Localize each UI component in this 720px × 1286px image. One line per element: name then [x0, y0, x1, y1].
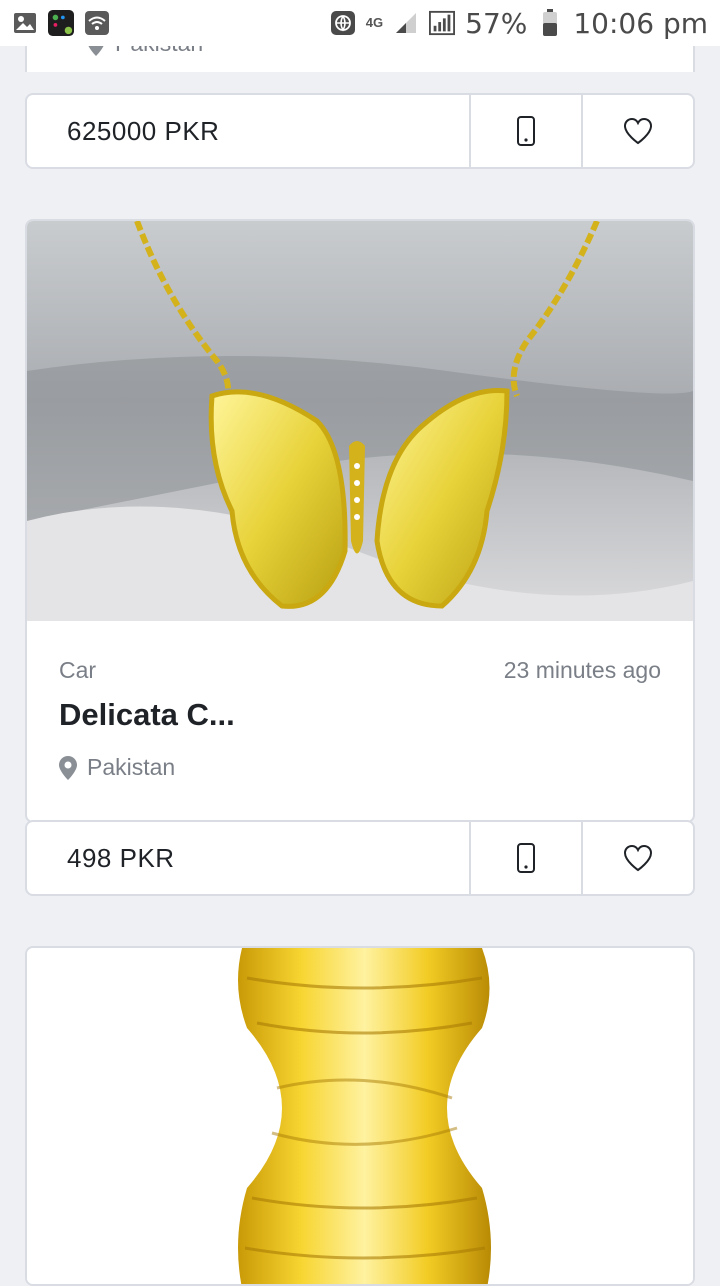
- call-button[interactable]: [469, 95, 581, 167]
- wifi-icon: [84, 10, 110, 36]
- globe-icon: [330, 10, 356, 36]
- signal-weak-icon: [393, 10, 419, 36]
- gallery-notification-icon: [12, 10, 38, 36]
- category-label: Car: [59, 657, 97, 683]
- battery-icon: [537, 9, 563, 36]
- listing-image-butterfly-necklace[interactable]: [27, 221, 693, 621]
- favorite-button[interactable]: [581, 822, 693, 894]
- signal-full-icon: [429, 10, 456, 36]
- map-pin-icon: [59, 755, 77, 780]
- phone-icon: [517, 843, 535, 873]
- listing-card[interactable]: [25, 946, 695, 1286]
- network-type-label: 4G: [365, 15, 384, 30]
- listing-footer: 498 PKR: [25, 820, 695, 896]
- heart-icon: [623, 844, 653, 872]
- location-row: Pakistan: [59, 754, 175, 781]
- status-bar-right: 4G 57% 10:06 pm: [330, 7, 708, 40]
- call-button[interactable]: [469, 822, 581, 894]
- listing-footer: 625000 PKR: [25, 93, 695, 169]
- time-ago-label: 23 minutes ago: [503, 657, 661, 683]
- battery-percent: 57%: [465, 6, 528, 40]
- status-bar: 4G 57% 10:06 pm: [0, 0, 720, 46]
- price-label: 498 PKR: [67, 842, 175, 873]
- price-label: 625000 PKR: [67, 115, 220, 146]
- listing-card[interactable]: Car 23 minutes ago Delicata C... Pakista…: [25, 219, 695, 823]
- status-bar-left: [12, 10, 110, 36]
- phone-icon: [517, 116, 535, 146]
- listing-meta: Car 23 minutes ago: [59, 657, 661, 684]
- listing-image-oil-bottle[interactable]: [27, 948, 693, 1284]
- clock: 10:06 pm: [573, 6, 708, 40]
- heart-icon: [623, 117, 653, 145]
- app-notification-icon: [48, 10, 74, 36]
- listing-title[interactable]: Delicata C...: [59, 697, 235, 733]
- location-label: Pakistan: [87, 754, 176, 780]
- favorite-button[interactable]: [581, 95, 693, 167]
